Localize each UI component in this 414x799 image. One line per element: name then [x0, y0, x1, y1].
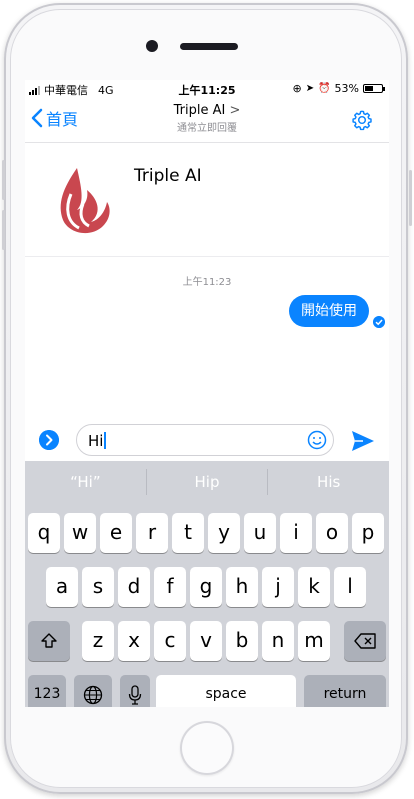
key-q[interactable]: q: [28, 513, 60, 553]
key-n[interactable]: n: [262, 621, 294, 661]
sent-check-icon: [373, 316, 385, 328]
message-bubble[interactable]: 開始使用: [289, 295, 369, 327]
message-timestamp: 上午11:23: [182, 277, 232, 288]
key-m[interactable]: m: [298, 621, 330, 661]
key-g[interactable]: g: [190, 567, 222, 607]
volume-button: [2, 210, 5, 250]
microphone-icon: [128, 685, 142, 705]
power-button: [409, 170, 412, 226]
backspace-key[interactable]: [344, 621, 386, 661]
key-k[interactable]: k: [298, 567, 330, 607]
key-r[interactable]: r: [136, 513, 168, 553]
text-caret: [104, 432, 107, 449]
key-y[interactable]: y: [208, 513, 240, 553]
key-b[interactable]: b: [226, 621, 258, 661]
triple-ai-logo: [60, 168, 110, 234]
key-j[interactable]: j: [262, 567, 294, 607]
key-s[interactable]: s: [82, 567, 114, 607]
message-composer: Hi: [25, 420, 389, 460]
suggestion-item[interactable]: “Hi”: [25, 461, 146, 503]
dictation-key[interactable]: [120, 675, 150, 707]
key-w[interactable]: w: [64, 513, 96, 553]
globe-icon: [83, 685, 103, 705]
key-h[interactable]: h: [226, 567, 258, 607]
alarm-icon: ⏰: [318, 83, 331, 94]
profile-name: Triple AI: [134, 166, 202, 186]
space-key[interactable]: space: [156, 675, 296, 707]
conversation-title[interactable]: Triple AI > 通常立即回覆: [25, 103, 389, 134]
return-key[interactable]: return: [304, 675, 386, 707]
numbers-key[interactable]: 123: [28, 675, 66, 707]
key-d[interactable]: d: [118, 567, 150, 607]
contact-name: Triple AI: [173, 103, 226, 118]
key-v[interactable]: v: [190, 621, 222, 661]
key-z[interactable]: z: [82, 621, 114, 661]
response-status: 通常立即回覆: [177, 123, 237, 134]
globe-key[interactable]: [74, 675, 112, 707]
rotation-lock-icon: ⊕: [292, 82, 302, 95]
predictive-bar: “Hi” Hip His: [25, 461, 389, 503]
key-a[interactable]: a: [46, 567, 78, 607]
key-c[interactable]: c: [154, 621, 186, 661]
key-p[interactable]: p: [352, 513, 384, 553]
backspace-icon: [354, 633, 376, 649]
message-input-text: Hi: [88, 432, 104, 450]
key-f[interactable]: f: [154, 567, 186, 607]
key-i[interactable]: i: [280, 513, 312, 553]
status-bar: 中華電信 4G 上午11:25 ⊕ ➤ ⏰ 53%: [25, 80, 389, 98]
key-x[interactable]: x: [118, 621, 150, 661]
earpiece-speaker: [180, 43, 238, 50]
message-input[interactable]: Hi: [76, 424, 334, 456]
key-o[interactable]: o: [316, 513, 348, 553]
home-button[interactable]: [180, 721, 234, 775]
send-icon[interactable]: [351, 430, 375, 452]
battery-percent: 53%: [334, 82, 359, 95]
front-camera: [146, 40, 158, 52]
location-icon: ➤: [305, 83, 315, 94]
chevron-right-icon: >: [229, 103, 241, 118]
keyboard: “Hi” Hip His q w e r t y u i o p a s d f…: [25, 461, 389, 707]
screen: 中華電信 4G 上午11:25 ⊕ ➤ ⏰ 53% 首頁 Triple AI >…: [25, 80, 389, 707]
profile-header: Triple AI: [25, 142, 389, 257]
shift-icon: [41, 633, 57, 648]
gear-icon[interactable]: [351, 109, 373, 131]
suggestion-item[interactable]: Hip: [147, 461, 268, 503]
key-e[interactable]: e: [100, 513, 132, 553]
battery-icon: [363, 84, 385, 93]
key-t[interactable]: t: [172, 513, 204, 553]
emoji-icon[interactable]: [307, 430, 327, 450]
key-l[interactable]: l: [334, 567, 366, 607]
expand-actions-icon[interactable]: [39, 430, 59, 450]
nav-bar: 首頁 Triple AI > 通常立即回覆: [25, 98, 389, 143]
suggestion-item[interactable]: His: [268, 461, 389, 503]
volume-button: [2, 160, 5, 200]
key-u[interactable]: u: [244, 513, 276, 553]
shift-key[interactable]: [28, 621, 70, 661]
